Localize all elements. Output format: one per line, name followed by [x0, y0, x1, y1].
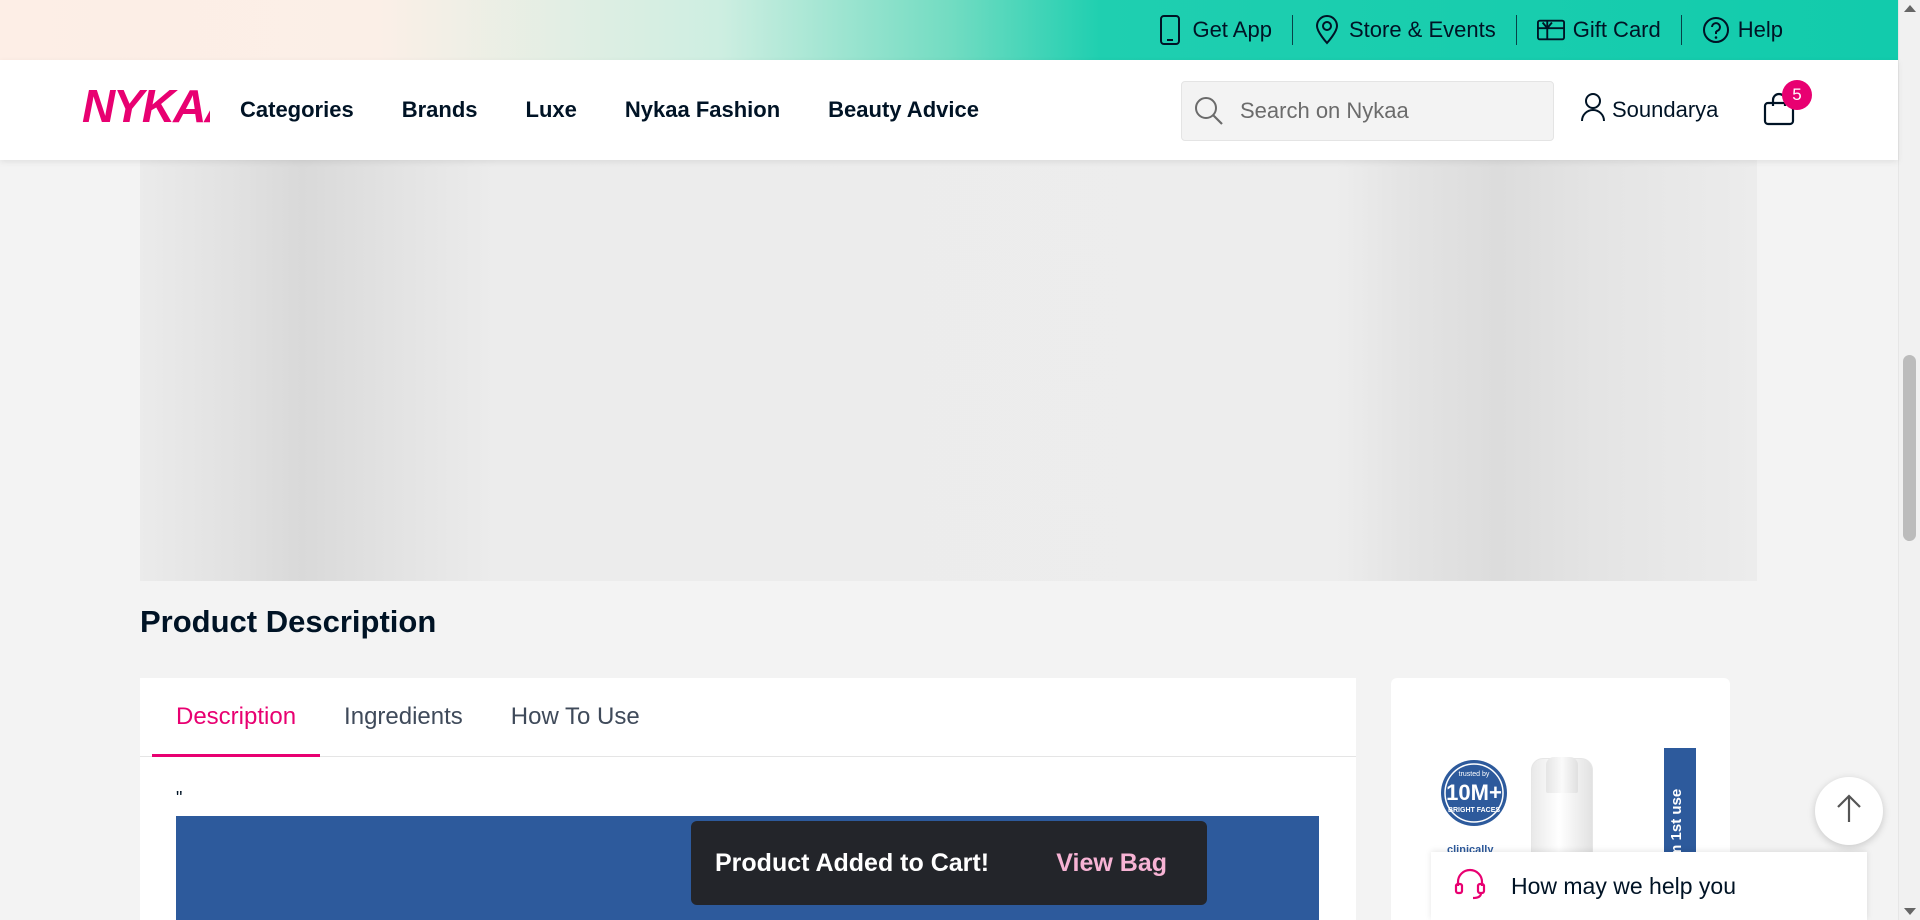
store-events-link[interactable]: Store & Events — [1293, 15, 1516, 45]
headset-icon — [1453, 867, 1487, 906]
nav-categories[interactable]: Categories — [240, 97, 354, 123]
trusted-badge: trusted by 10M+ BRIGHT FACES — [1439, 758, 1509, 828]
search-box[interactable] — [1181, 81, 1554, 141]
tab-description[interactable]: Description — [152, 678, 321, 757]
strip-text: m 1st use — [1668, 788, 1685, 858]
get-app-link[interactable]: Get App — [1136, 15, 1292, 45]
user-icon — [1580, 92, 1606, 128]
nav-brands[interactable]: Brands — [402, 97, 478, 123]
gift-card-label: Gift Card — [1572, 17, 1661, 42]
mobile-phone-icon — [1156, 15, 1184, 45]
get-app-label: Get App — [1192, 17, 1272, 42]
scrollbar-thumb[interactable] — [1903, 355, 1916, 541]
store-events-label: Store & Events — [1348, 17, 1496, 42]
gift-card-icon — [1536, 16, 1565, 44]
tab-how-to-use[interactable]: How To Use — [487, 678, 664, 756]
help-link[interactable]: Help — [1682, 16, 1803, 44]
help-circle-icon — [1702, 16, 1730, 44]
toast-message: Product Added to Cart! — [715, 848, 990, 877]
divider — [1291, 15, 1293, 45]
nav-nykaa-fashion[interactable]: Nykaa Fashion — [625, 97, 780, 123]
description-text: " — [176, 788, 183, 808]
gift-card-link[interactable]: Gift Card — [1517, 16, 1681, 44]
divider — [1680, 15, 1682, 45]
svg-text:BRIGHT FACES: BRIGHT FACES — [1448, 807, 1500, 814]
nav-beauty-advice[interactable]: Beauty Advice — [828, 97, 979, 123]
main-nav: Categories Brands Luxe Nykaa Fashion Bea… — [240, 60, 979, 160]
scroll-to-top-button[interactable] — [1815, 777, 1883, 845]
chat-widget[interactable]: How may we help you — [1431, 852, 1867, 920]
product-image-placeholder — [140, 160, 1757, 581]
tab-ingredients[interactable]: Ingredients — [320, 678, 487, 756]
divider — [1515, 15, 1517, 45]
added-to-cart-toast: Product Added to Cart! View Bag — [691, 821, 1207, 905]
svg-text:trusted by: trusted by — [1459, 771, 1490, 778]
nykaa-logo[interactable]: NYKAA — [80, 80, 238, 132]
svg-text:NYKAA: NYKAA — [82, 82, 210, 132]
shopping-bag-icon — [1762, 92, 1796, 130]
section-title: Product Description — [140, 604, 437, 639]
scroll-down-arrow[interactable] — [1904, 908, 1916, 915]
search-icon — [1194, 96, 1224, 126]
search-input[interactable] — [1240, 98, 1540, 124]
account-button[interactable]: Soundarya — [1580, 60, 1718, 160]
scroll-up-arrow[interactable] — [1904, 5, 1916, 12]
view-bag-button[interactable]: View Bag — [1056, 849, 1167, 878]
account-name: Soundarya — [1612, 97, 1719, 122]
chat-prompt: How may we help you — [1511, 872, 1736, 899]
svg-text:10M+: 10M+ — [1446, 780, 1502, 805]
utility-links: Get App Store & Events Gift Card Help — [1136, 0, 1803, 60]
location-pin-icon — [1313, 15, 1341, 45]
help-label: Help — [1737, 17, 1783, 42]
main-header: NYKAA Categories Brands Luxe Nykaa Fashi… — [0, 60, 1898, 160]
page-scrollbar[interactable] — [1898, 0, 1920, 920]
nav-luxe[interactable]: Luxe — [526, 97, 577, 123]
cart-count-badge: 5 — [1782, 80, 1812, 110]
utility-bar: Get App Store & Events Gift Card Help — [0, 0, 1898, 60]
description-tabs: Description Ingredients How To Use — [140, 678, 1356, 757]
arrow-up-icon — [1835, 793, 1863, 829]
